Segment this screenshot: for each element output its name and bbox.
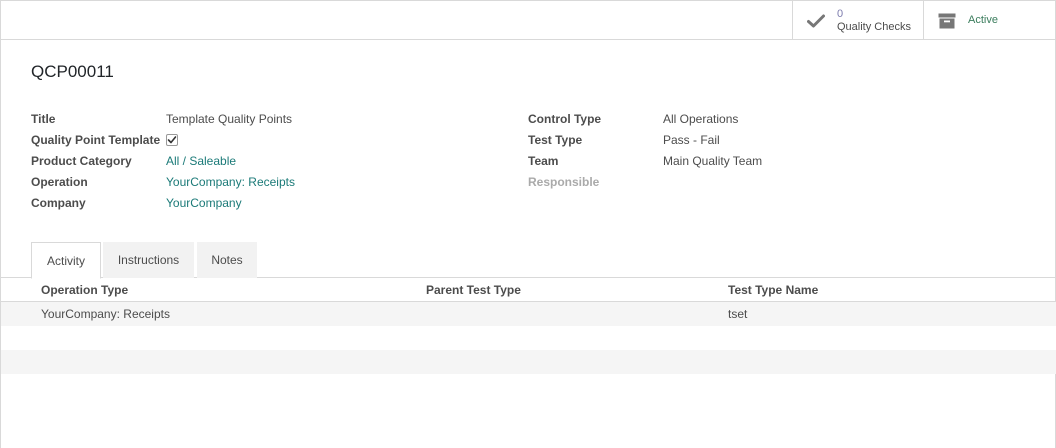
column-test-type-name[interactable]: Test Type Name xyxy=(728,283,818,297)
team-value: Main Quality Team xyxy=(663,154,763,168)
table-row[interactable]: YourCompany: Receipts tset xyxy=(1,302,1056,326)
product-category-link[interactable]: All / Saleable xyxy=(166,154,236,168)
test-type-value: Pass - Fail xyxy=(663,133,720,147)
active-toggle-button[interactable]: Active xyxy=(923,1,1056,40)
responsible-label: Responsible xyxy=(528,175,600,189)
operation-label: Operation xyxy=(31,175,88,189)
template-checkbox[interactable] xyxy=(166,134,178,146)
company-label: Company xyxy=(31,196,86,210)
record-reference: QCP00011 xyxy=(31,62,114,81)
button-box: 0 Quality Checks Active xyxy=(1,0,1056,40)
title-value: Template Quality Points xyxy=(166,112,293,126)
tab-activity[interactable]: Activity xyxy=(31,242,101,279)
quality-checks-label: Quality Checks xyxy=(837,20,911,33)
active-info: Active xyxy=(968,14,998,27)
empty-table-row xyxy=(1,350,1056,374)
company-link[interactable]: YourCompany xyxy=(166,196,242,210)
archive-icon xyxy=(938,12,956,30)
operation-link[interactable]: YourCompany: Receipts xyxy=(166,175,295,189)
cell-operation-type: YourCompany: Receipts xyxy=(41,307,170,321)
column-operation-type[interactable]: Operation Type xyxy=(41,283,128,297)
team-label: Team xyxy=(528,154,559,168)
check-icon xyxy=(807,12,825,30)
quality-checks-count: 0 xyxy=(837,7,844,20)
quality-checks-info: 0 Quality Checks xyxy=(837,8,911,34)
table-header: Operation Type Parent Test Type Test Typ… xyxy=(1,278,1056,302)
empty-table-row xyxy=(1,326,1056,350)
product-category-label: Product Category xyxy=(31,154,132,168)
active-label: Active xyxy=(968,14,998,26)
tab-notes[interactable]: Notes xyxy=(197,242,257,278)
column-parent-test-type[interactable]: Parent Test Type xyxy=(426,283,521,297)
control-type-value: All Operations xyxy=(663,112,739,126)
test-type-label: Test Type xyxy=(528,133,583,147)
form-view: 0 Quality Checks Active QCP00011 Title T… xyxy=(0,0,1056,448)
checkmark-icon xyxy=(167,136,177,144)
quality-checks-button[interactable]: 0 Quality Checks xyxy=(792,1,923,40)
tab-instructions[interactable]: Instructions xyxy=(103,242,194,278)
control-type-label: Control Type xyxy=(528,112,602,126)
template-label: Quality Point Template xyxy=(31,133,161,147)
cell-test-type-name: tset xyxy=(728,307,748,321)
title-label: Title xyxy=(31,112,56,126)
